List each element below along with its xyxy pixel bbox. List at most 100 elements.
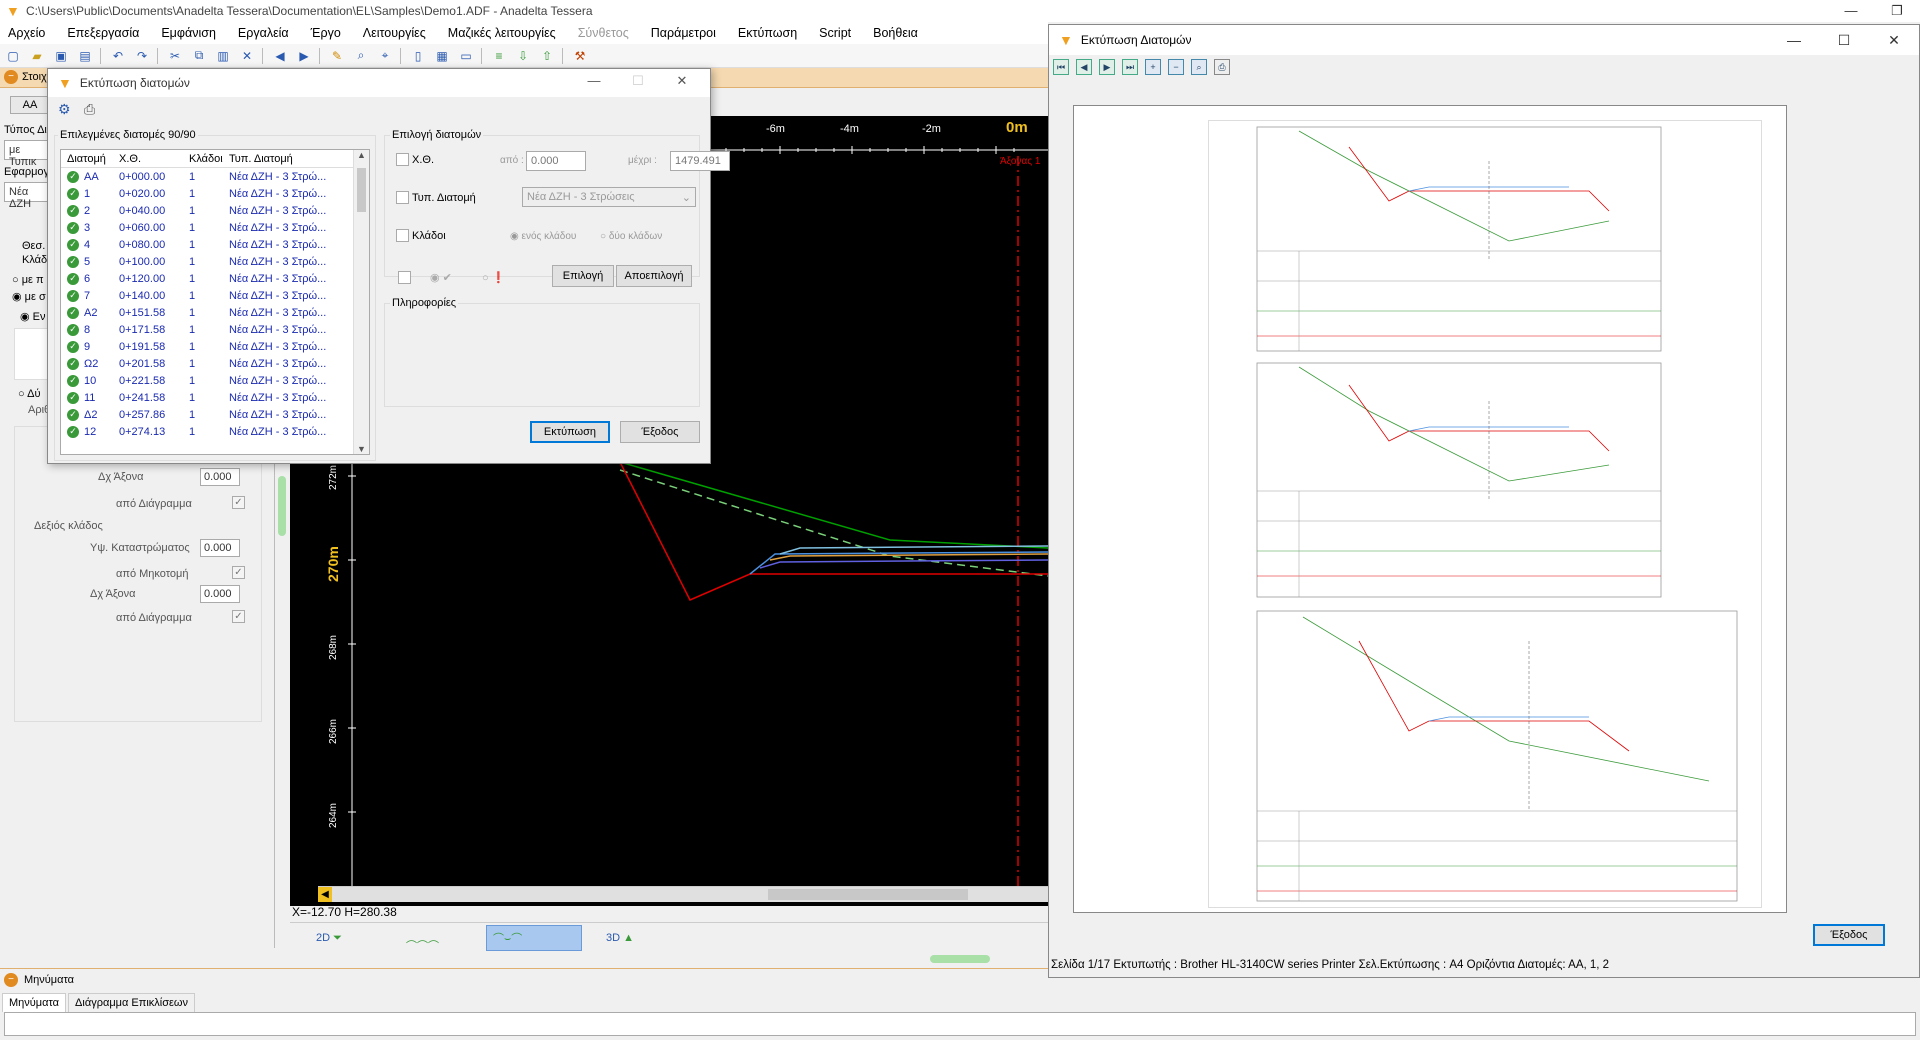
- next-page-icon[interactable]: ▶: [1099, 59, 1115, 75]
- section-row[interactable]: ✓ 9 0+191.58 1 Νέα ΔΖΗ - 3 Στρώ...: [61, 338, 369, 355]
- section-row[interactable]: ✓ Δ2 0+257.86 1 Νέα ΔΖΗ - 3 Στρώ...: [61, 406, 369, 423]
- section-row[interactable]: ✓ Α2 0+151.58 1 Νέα ΔΖΗ - 3 Στρώ...: [61, 304, 369, 321]
- horizontal-scrollbar[interactable]: ◀: [318, 886, 1048, 902]
- dx-axis-field[interactable]: 0.000: [200, 468, 240, 486]
- section-row[interactable]: ✓ 2 0+040.00 1 Νέα ΔΖΗ - 3 Στρώ...: [61, 202, 369, 219]
- typical-checkbox[interactable]: [396, 191, 409, 204]
- section-row[interactable]: ✓ Ω2 0+201.58 1 Νέα ΔΖΗ - 3 Στρώ...: [61, 355, 369, 372]
- status-checkbox[interactable]: [398, 271, 411, 284]
- layers-icon[interactable]: ≡: [490, 47, 508, 65]
- section-row[interactable]: ✓ 10 0+221.58 1 Νέα ΔΖΗ - 3 Στρώ...: [61, 372, 369, 389]
- preview-minimize-button[interactable]: —: [1769, 25, 1819, 55]
- section-row[interactable]: ✓ 5 0+100.00 1 Νέα ΔΖΗ - 3 Στρώ...: [61, 253, 369, 270]
- tab-superelevation[interactable]: Διάγραμμα Επικλίσεων: [68, 993, 196, 1012]
- preview-exit-button[interactable]: Έξοδος: [1813, 924, 1885, 946]
- deselect-button[interactable]: Αποεπιλογή: [616, 265, 692, 287]
- col-section[interactable]: Διατομή: [61, 153, 119, 165]
- cut-icon[interactable]: ✂: [166, 47, 184, 65]
- new-file-icon[interactable]: ▢: [4, 47, 22, 65]
- view-2d-tab[interactable]: 2D ⏷: [310, 925, 370, 951]
- view-3d-tab[interactable]: 3D ▲: [600, 925, 660, 951]
- zoom-icon[interactable]: ⌕: [352, 47, 370, 65]
- prev-page-icon[interactable]: ◀: [1076, 59, 1092, 75]
- tab-messages[interactable]: Μηνύματα: [2, 993, 67, 1012]
- typical-select[interactable]: Νέα ΔΖΗ - 3 Στρώσεις ⌄: [522, 187, 696, 207]
- preview-close-button[interactable]: ✕: [1869, 25, 1919, 55]
- open-folder-icon[interactable]: ▰: [28, 47, 46, 65]
- save-as-icon[interactable]: ▤: [76, 47, 94, 65]
- export-icon[interactable]: ⇩: [514, 47, 532, 65]
- menu-script[interactable]: Script: [819, 26, 851, 40]
- col-chainage[interactable]: Χ.Θ.: [119, 153, 183, 165]
- radio-dy[interactable]: ○ Δύ: [18, 388, 40, 400]
- first-page-icon[interactable]: ⏮: [1053, 59, 1069, 75]
- scroll-left-icon[interactable]: ◀: [318, 887, 332, 902]
- section-row[interactable]: ✓ 6 0+120.00 1 Νέα ΔΖΗ - 3 Στρώ...: [61, 270, 369, 287]
- from-diagram-checkbox[interactable]: ✓: [232, 496, 245, 509]
- view-profile-tab[interactable]: ︵︵︵: [400, 925, 480, 951]
- bottom-splitter[interactable]: [930, 955, 990, 963]
- apply-field[interactable]: Νέα ΔΖΗ: [4, 182, 48, 210]
- section-row[interactable]: ✓ 8 0+171.58 1 Νέα ΔΖΗ - 3 Στρώ...: [61, 321, 369, 338]
- two-branches-radio[interactable]: ○ δύο κλάδων: [600, 231, 662, 242]
- menu-parameters[interactable]: Παράμετροι: [651, 26, 716, 40]
- paste-icon[interactable]: ▥: [214, 47, 232, 65]
- section-row[interactable]: ✓ 3 0+060.00 1 Νέα ΔΖΗ - 3 Στρώ...: [61, 219, 369, 236]
- menu-tools[interactable]: Εργαλεία: [238, 26, 289, 40]
- collapse-icon[interactable]: −: [4, 70, 18, 84]
- section-row[interactable]: ✓ 7 0+140.00 1 Νέα ΔΖΗ - 3 Στρώ...: [61, 287, 369, 304]
- layout-icon[interactable]: ▭: [457, 47, 475, 65]
- dialog-close-button[interactable]: ✕: [660, 73, 704, 89]
- save-icon[interactable]: ▣: [52, 47, 70, 65]
- to-field[interactable]: 1479.491: [670, 151, 730, 171]
- from-field[interactable]: 0.000: [526, 151, 586, 171]
- dialog-exit-button[interactable]: Έξοδος: [620, 421, 700, 443]
- dx-axis2-field[interactable]: 0.000: [200, 585, 240, 603]
- one-branch-radio[interactable]: ◉ ενός κλάδου: [510, 231, 576, 242]
- page-icon[interactable]: ▯: [409, 47, 427, 65]
- section-tab-aa[interactable]: ΑΑ: [10, 96, 50, 114]
- radio-with-p[interactable]: ○ με π: [12, 274, 44, 286]
- redo-icon[interactable]: ↷: [133, 47, 151, 65]
- view-section-tab[interactable]: ⌒⌣⌒: [486, 925, 582, 951]
- back-icon[interactable]: ◀: [271, 47, 289, 65]
- menu-composite[interactable]: Σύνθετος: [578, 26, 629, 40]
- page-setup-icon[interactable]: ▦: [433, 47, 451, 65]
- restore-button[interactable]: ❐: [1874, 0, 1920, 22]
- from-profile-checkbox[interactable]: ✓: [232, 566, 245, 579]
- menu-help[interactable]: Βοήθεια: [873, 26, 918, 40]
- dialog-maximize-button[interactable]: ☐: [616, 73, 660, 89]
- radio-en[interactable]: ◉ Εν: [20, 310, 46, 323]
- type-field[interactable]: με Τυπικ: [4, 140, 48, 168]
- measure-icon[interactable]: ✎: [328, 47, 346, 65]
- scroll-thumb[interactable]: [768, 889, 968, 900]
- col-typical[interactable]: Τυπ. Διατομή: [229, 153, 339, 165]
- print-icon[interactable]: ⎙: [1214, 59, 1230, 75]
- from-diagram2-checkbox[interactable]: ✓: [232, 610, 245, 623]
- status-ok-radio[interactable]: ◉ ✔: [430, 271, 452, 284]
- import-icon[interactable]: ⇧: [538, 47, 556, 65]
- undo-icon[interactable]: ↶: [109, 47, 127, 65]
- menu-edit[interactable]: Επεξεργασία: [67, 26, 139, 40]
- menu-file[interactable]: Αρχείο: [8, 26, 45, 40]
- section-row[interactable]: ✓ ΑΑ 0+000.00 1 Νέα ΔΖΗ - 3 Στρώ...: [61, 168, 369, 185]
- preview-maximize-button[interactable]: ☐: [1819, 25, 1869, 55]
- menu-view[interactable]: Εμφάνιση: [161, 26, 216, 40]
- printer-icon[interactable]: ⎙: [84, 101, 95, 118]
- status-warn-radio[interactable]: ○ ❗: [482, 271, 505, 284]
- chainage-checkbox[interactable]: [396, 153, 409, 166]
- select-button[interactable]: Επιλογή: [552, 265, 614, 287]
- section-row[interactable]: ✓ 1 0+020.00 1 Νέα ΔΖΗ - 3 Στρώ...: [61, 185, 369, 202]
- forward-icon[interactable]: ▶: [295, 47, 313, 65]
- deck-height-field[interactable]: 0.000: [200, 539, 240, 557]
- menu-batch[interactable]: Μαζικές λειτουργίες: [448, 26, 556, 40]
- col-branches[interactable]: Κλάδοι: [183, 153, 229, 165]
- menu-project[interactable]: Έργο: [311, 26, 341, 40]
- sections-list[interactable]: Διατομή Χ.Θ. Κλάδοι Τυπ. Διατομή ✓ ΑΑ 0+00…: [60, 149, 370, 455]
- zoom-fit-icon[interactable]: ⌕: [1191, 59, 1207, 75]
- splitter-handle[interactable]: [278, 476, 286, 536]
- minimize-button[interactable]: —: [1828, 0, 1874, 22]
- settings-icon[interactable]: ⚙: [58, 101, 71, 118]
- print-button[interactable]: Εκτύπωση: [530, 421, 610, 443]
- dialog-minimize-button[interactable]: —: [572, 73, 616, 89]
